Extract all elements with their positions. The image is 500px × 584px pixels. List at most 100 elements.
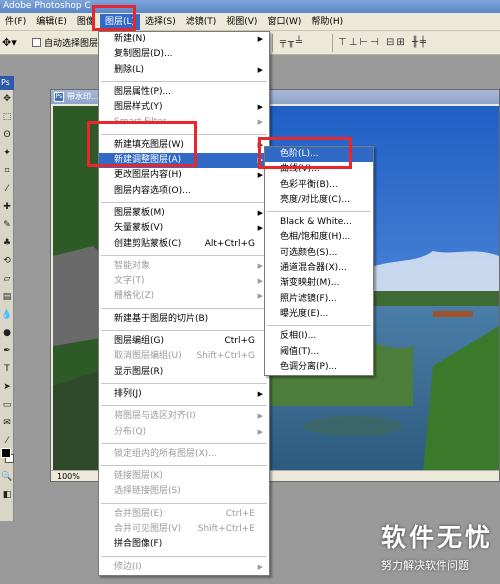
menu-window[interactable]: 窗口(W) xyxy=(262,14,306,30)
layer_menu-item[interactable]: 复制图层(D)... xyxy=(99,47,269,62)
mode-icon[interactable]: ◧ xyxy=(1,490,13,501)
layer_menu-item: 修边(I) ▶ xyxy=(99,560,269,575)
layer_menu-item-label: 更改图层内容(H) xyxy=(114,170,182,181)
move-tool-icon[interactable]: ✥ xyxy=(1,94,13,105)
clone-stamp-icon[interactable]: ♣ xyxy=(1,238,13,249)
adjust_menu-item-label: 渐变映射(M)... xyxy=(280,278,340,289)
submenu-arrow-icon: ▶ xyxy=(257,427,263,436)
adjust_menu-item[interactable]: 亮度/对比度(C)... xyxy=(265,193,373,208)
layer-menu: 新建(N) ▶ 复制图层(D)... 删除(L) ▶ 图层属性(P)... 图层样式(Y) ▶… xyxy=(98,31,270,576)
shape-tool-icon[interactable]: ▭ xyxy=(1,400,13,411)
brush-tool-icon[interactable]: ✎ xyxy=(1,220,13,231)
adjust_menu-item[interactable]: 色相/饱和度(H)... xyxy=(265,230,373,245)
menu-file[interactable]: 件(F) xyxy=(0,14,31,30)
layer_menu-item[interactable]: 新建基于图层的切片(B) xyxy=(99,312,269,327)
history-brush-icon[interactable]: ⟲ xyxy=(1,256,13,267)
layer_menu-item-shortcut: Alt+Ctrl+G xyxy=(204,238,255,249)
pen-tool-icon[interactable]: ✒ xyxy=(1,346,13,357)
adjust_menu-item-label: 色调分离(P)... xyxy=(280,361,338,372)
layer_menu-item-label: 排列(J) xyxy=(114,388,142,399)
submenu-arrow-icon: ▶ xyxy=(257,389,263,398)
healing-brush-icon[interactable]: ✚ xyxy=(1,202,13,213)
marquee-tool-icon[interactable]: ⬚ xyxy=(1,112,13,123)
layer_menu-item[interactable]: 图层属性(P)... xyxy=(99,85,269,100)
layer_menu-item-label: 创建剪贴蒙板(C) xyxy=(114,238,182,249)
adjust_menu-item[interactable]: 通道混合器(X)... xyxy=(265,261,373,276)
layer_menu-item[interactable]: 更改图层内容(H) ▶ xyxy=(99,168,269,183)
eyedropper-tool-icon[interactable]: ⁄ xyxy=(1,436,13,447)
layer_menu-item-label: 将图层与选区对齐(I) xyxy=(114,411,196,422)
adjust_menu-item[interactable]: 渐变映射(M)... xyxy=(265,276,373,291)
blur-tool-icon[interactable]: 💧 xyxy=(1,310,13,321)
notes-tool-icon[interactable]: ✉ xyxy=(1,418,13,429)
layer_menu-item[interactable]: 图层蒙板(M) ▶ xyxy=(99,206,269,221)
layer_menu-item-label: 修边(I) xyxy=(114,561,142,572)
menu-divider xyxy=(101,442,267,444)
adjust_menu-item[interactable]: 色彩平衡(B)... xyxy=(265,178,373,193)
menu-help[interactable]: 帮助(H) xyxy=(306,14,348,30)
layer_menu-item-shortcut: Shift+Ctrl+G xyxy=(196,351,255,362)
menu-filter[interactable]: 滤镜(T) xyxy=(181,14,222,30)
layer_menu-item[interactable]: 拼合图像(F) xyxy=(99,537,269,552)
layer_menu-item[interactable]: 矢量蒙板(V) ▶ xyxy=(99,221,269,236)
zoom-level[interactable]: 100% xyxy=(57,472,80,481)
foreground-color-swatch[interactable] xyxy=(1,448,11,458)
adjust_menu-item-label: 色彩平衡(B)... xyxy=(280,179,338,190)
adjust_menu-item[interactable]: 反相(I)... xyxy=(265,329,373,344)
lasso-tool-icon[interactable]: ʘ xyxy=(1,130,13,141)
adjust_menu-item[interactable]: Black & White... xyxy=(265,215,373,230)
menu-divider xyxy=(101,201,267,203)
adjust_menu-item[interactable]: 可选颜色(S)... xyxy=(265,246,373,261)
annotation-box-levels xyxy=(258,137,352,169)
adjust_menu-item-label: 阈值(T)... xyxy=(280,346,320,357)
adjust_menu-item-label: 可选颜色(S)... xyxy=(280,247,338,258)
layer_menu-item-label: 图层样式(Y) xyxy=(114,102,163,113)
layer_menu-item[interactable]: 新建(N) ▶ xyxy=(99,32,269,47)
adjust_menu-item[interactable]: 阈值(T)... xyxy=(265,345,373,360)
layer_menu-item-label: 复制图层(D)... xyxy=(114,49,173,60)
layer_menu-item-label: 矢量蒙板(V) xyxy=(114,223,164,234)
zoom-tool-icon[interactable]: 🔍 xyxy=(1,472,13,483)
menu-select[interactable]: 选择(S) xyxy=(140,14,181,30)
layer_menu-item[interactable]: 创建剪贴蒙板(C) Alt+Ctrl+G xyxy=(99,237,269,252)
magic-wand-tool-icon[interactable]: ✦ xyxy=(1,148,13,159)
submenu-arrow-icon: ▶ xyxy=(257,562,263,571)
adjust_menu-item[interactable]: 色调分离(P)... xyxy=(265,360,373,375)
layer_menu-item[interactable]: 图层样式(Y) ▶ xyxy=(99,100,269,115)
crop-tool-icon[interactable]: ⌗ xyxy=(1,166,13,177)
layer_menu-item-label: 图层编组(G) xyxy=(114,336,164,347)
move-tool-icon[interactable]: ✥▾ xyxy=(2,36,17,49)
align-buttons-icon[interactable]: ╤╥╧ xyxy=(280,37,304,48)
menu-view[interactable]: 视图(V) xyxy=(221,14,262,30)
dodge-tool-icon[interactable]: ● xyxy=(1,328,13,339)
adjust_menu-item[interactable]: 曝光度(E)... xyxy=(265,307,373,322)
adjust_menu-item-label: 亮度/对比度(C)... xyxy=(280,194,350,205)
path-select-icon[interactable]: ➤ xyxy=(1,382,13,393)
slice-tool-icon[interactable]: ⁄ xyxy=(1,184,13,195)
distribute-buttons-icon[interactable]: ⊤⊥⊢⊣ ⊟⊞ ╫╪ xyxy=(338,37,428,48)
adjust_menu-item[interactable]: 照片滤镜(F)... xyxy=(265,292,373,307)
eraser-tool-icon[interactable]: ▱ xyxy=(1,274,13,285)
layer_menu-item[interactable]: 图层内容选项(O)... xyxy=(99,184,269,199)
divider xyxy=(272,34,273,52)
auto-select-label: 自动选择图层 xyxy=(44,39,99,49)
layer_menu-item[interactable]: 图层编组(G) Ctrl+G xyxy=(99,334,269,349)
layer_menu-item-label: 链接图层(K) xyxy=(114,471,163,482)
menu-edit[interactable]: 编辑(E) xyxy=(31,14,72,30)
layer_menu-item-label: 图层内容选项(O)... xyxy=(114,185,191,196)
layer_menu-item: 栅格化(Z) ▶ xyxy=(99,289,269,304)
layer_menu-item[interactable]: 显示图层(R) xyxy=(99,365,269,380)
submenu-arrow-icon: ▶ xyxy=(257,208,263,217)
layer_menu-item[interactable]: 排列(J) ▶ xyxy=(99,387,269,402)
document-title: 带水印... xyxy=(67,92,99,101)
menu-divider xyxy=(101,382,267,384)
gradient-tool-icon[interactable]: ▤ xyxy=(1,292,13,303)
layer_menu-item-label: 新建基于图层的切片(B) xyxy=(114,313,209,324)
layer_menu-item[interactable]: 删除(L) ▶ xyxy=(99,63,269,78)
layer_menu-item-label: 分布(Q) xyxy=(114,426,147,437)
auto-select-checkbox[interactable] xyxy=(32,38,41,47)
submenu-arrow-icon: ▶ xyxy=(257,277,263,286)
adjust_menu-item-label: Black & White... xyxy=(280,217,352,228)
submenu-arrow-icon: ▶ xyxy=(257,261,263,270)
type-tool-icon[interactable]: T xyxy=(1,364,13,375)
